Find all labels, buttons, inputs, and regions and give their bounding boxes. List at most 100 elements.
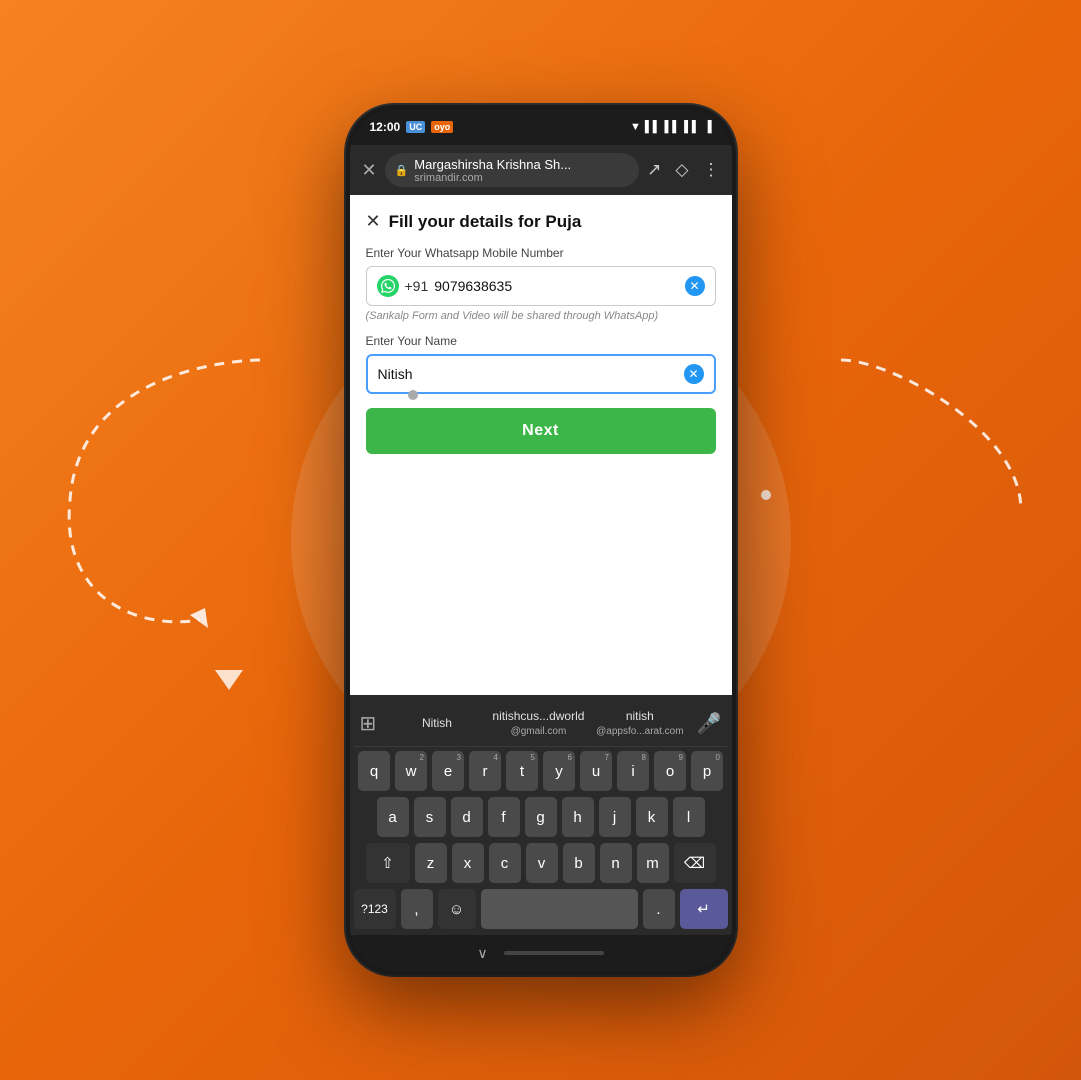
name-clear-button[interactable]: ✕ (684, 364, 704, 384)
form-close-icon[interactable]: ✕ (366, 211, 381, 232)
battery-icon: ▐ (704, 121, 712, 133)
status-right: ▼ ▌▌ ▌▌ ▌▌ ▐ (630, 121, 711, 133)
key-a[interactable]: a (377, 797, 409, 837)
phone-hint: (Sankalp Form and Video will be shared t… (366, 310, 716, 322)
shift-key[interactable]: ⇧ (366, 843, 410, 883)
period-key[interactable]: . (643, 889, 675, 929)
signal2-icon: ▌▌ (665, 121, 681, 133)
dashed-arrow-left (60, 350, 280, 650)
bookmark-icon[interactable]: ◇ (675, 160, 688, 180)
status-left: 12:00 UC oyo (370, 120, 454, 134)
suggestions-bar: ⊞ Nitish nitishcus...dworld @gmail.com n… (354, 701, 728, 747)
name-label: Enter Your Name (366, 334, 716, 348)
status-badge-oyo: oyo (431, 121, 453, 133)
key-x[interactable]: x (452, 843, 484, 883)
phone-screen: 12:00 UC oyo ▼ ▌▌ ▌▌ ▌▌ ▐ ✕ 🔒 (350, 109, 732, 971)
phone-clear-button[interactable]: ✕ (685, 276, 705, 296)
browser-page-title: Margashirsha Krishna Sh... (414, 157, 629, 172)
phone-inner: 12:00 UC oyo ▼ ▌▌ ▌▌ ▌▌ ▐ ✕ 🔒 (350, 109, 732, 971)
key-z[interactable]: z (415, 843, 447, 883)
name-input-field[interactable]: Nitish ✕ (366, 354, 716, 394)
key-n[interactable]: n (600, 843, 632, 883)
status-time: 12:00 (370, 120, 401, 134)
emoji-key[interactable]: ☺ (438, 889, 476, 929)
suggestion-2-main: nitishcus...dworld (492, 709, 584, 723)
key-u[interactable]: u7 (580, 751, 612, 791)
key-q[interactable]: q (358, 751, 390, 791)
key-g[interactable]: g (525, 797, 557, 837)
phone-number-value: 9079638635 (434, 278, 684, 294)
mic-icon[interactable]: 🎤 (697, 711, 722, 736)
key-k[interactable]: k (636, 797, 668, 837)
dashed-arrow-right (831, 350, 1031, 550)
signal3-icon: ▌▌ (684, 121, 700, 133)
space-key[interactable] (481, 889, 638, 929)
key-w[interactable]: w2 (395, 751, 427, 791)
wifi-icon: ▼ (630, 121, 641, 133)
browser-icons: ↗ ◇ ⋮ (647, 160, 719, 180)
cursor-dot (408, 390, 418, 400)
suggestion-3-sub: @appsfo...arat.com (591, 725, 688, 738)
share-icon[interactable]: ↗ (647, 160, 661, 180)
keyboard-row-1: q w2 e3 r4 t5 y6 u7 i8 o9 p0 (354, 751, 728, 791)
key-v[interactable]: v (526, 843, 558, 883)
key-e[interactable]: e3 (432, 751, 464, 791)
key-p[interactable]: p0 (691, 751, 723, 791)
suggestion-1[interactable]: Nitish (386, 712, 487, 736)
phone-input-field[interactable]: +91 9079638635 ✕ (366, 266, 716, 306)
phone-frame: 12:00 UC oyo ▼ ▌▌ ▌▌ ▌▌ ▐ ✕ 🔒 (346, 105, 736, 975)
web-area: ✕ Fill your details for Puja Enter Your … (350, 195, 732, 695)
dot-decoration (761, 490, 771, 500)
browser-address-bar[interactable]: 🔒 Margashirsha Krishna Sh... srimandir.c… (385, 153, 640, 187)
keyboard-row-2: a s d f g h j k l (354, 797, 728, 837)
whatsapp-icon (377, 275, 399, 297)
key-r[interactable]: r4 (469, 751, 501, 791)
browser-domain: srimandir.com (414, 172, 629, 184)
bottom-bar: ∨ (350, 935, 732, 971)
keyboard-rows: q w2 e3 r4 t5 y6 u7 i8 o9 p0 a s (354, 751, 728, 929)
lock-icon: 🔒 (395, 164, 409, 177)
keyboard-hide-chevron[interactable]: ∨ (477, 945, 487, 962)
key-t[interactable]: t5 (506, 751, 538, 791)
browser-bar: ✕ 🔒 Margashirsha Krishna Sh... srimandir… (350, 145, 732, 195)
browser-title-wrap: Margashirsha Krishna Sh... srimandir.com (414, 157, 629, 184)
comma-key[interactable]: , (401, 889, 433, 929)
form-header: ✕ Fill your details for Puja (366, 211, 716, 232)
key-l[interactable]: l (673, 797, 705, 837)
suggestion-3[interactable]: nitish @appsfo...arat.com (589, 705, 690, 742)
next-button[interactable]: Next (366, 408, 716, 454)
status-bar: 12:00 UC oyo ▼ ▌▌ ▌▌ ▌▌ ▐ (350, 109, 732, 145)
backspace-key[interactable]: ⌫ (674, 843, 716, 883)
triangle-decoration (215, 670, 243, 690)
enter-key[interactable]: ↵ (680, 889, 728, 929)
keyboard-row-4: ?123 , ☺ . ↵ (354, 889, 728, 929)
key-d[interactable]: d (451, 797, 483, 837)
key-s[interactable]: s (414, 797, 446, 837)
menu-icon[interactable]: ⋮ (703, 160, 720, 180)
suggestion-2[interactable]: nitishcus...dworld @gmail.com (488, 705, 589, 742)
form-title: Fill your details for Puja (389, 212, 582, 232)
key-o[interactable]: o9 (654, 751, 686, 791)
key-j[interactable]: j (599, 797, 631, 837)
browser-close-button[interactable]: ✕ (362, 160, 377, 181)
grid-icon[interactable]: ⊞ (360, 711, 377, 736)
phone-label: Enter Your Whatsapp Mobile Number (366, 246, 716, 260)
suggestion-3-main: nitish (626, 709, 654, 723)
key-m[interactable]: m (637, 843, 669, 883)
keyboard-row-3: ⇧ z x c v b n m ⌫ (354, 843, 728, 883)
phone-code: +91 (405, 278, 429, 294)
signal-icon: ▌▌ (645, 121, 661, 133)
suggestion-1-main: Nitish (422, 716, 452, 730)
key-y[interactable]: y6 (543, 751, 575, 791)
numbers-key[interactable]: ?123 (354, 889, 396, 929)
name-value: Nitish (378, 366, 684, 382)
key-c[interactable]: c (489, 843, 521, 883)
status-badge-uc: UC (406, 121, 425, 133)
home-indicator (504, 951, 604, 955)
keyboard-area: ⊞ Nitish nitishcus...dworld @gmail.com n… (350, 695, 732, 935)
key-h[interactable]: h (562, 797, 594, 837)
key-f[interactable]: f (488, 797, 520, 837)
suggestion-2-sub: @gmail.com (490, 725, 587, 738)
key-b[interactable]: b (563, 843, 595, 883)
key-i[interactable]: i8 (617, 751, 649, 791)
